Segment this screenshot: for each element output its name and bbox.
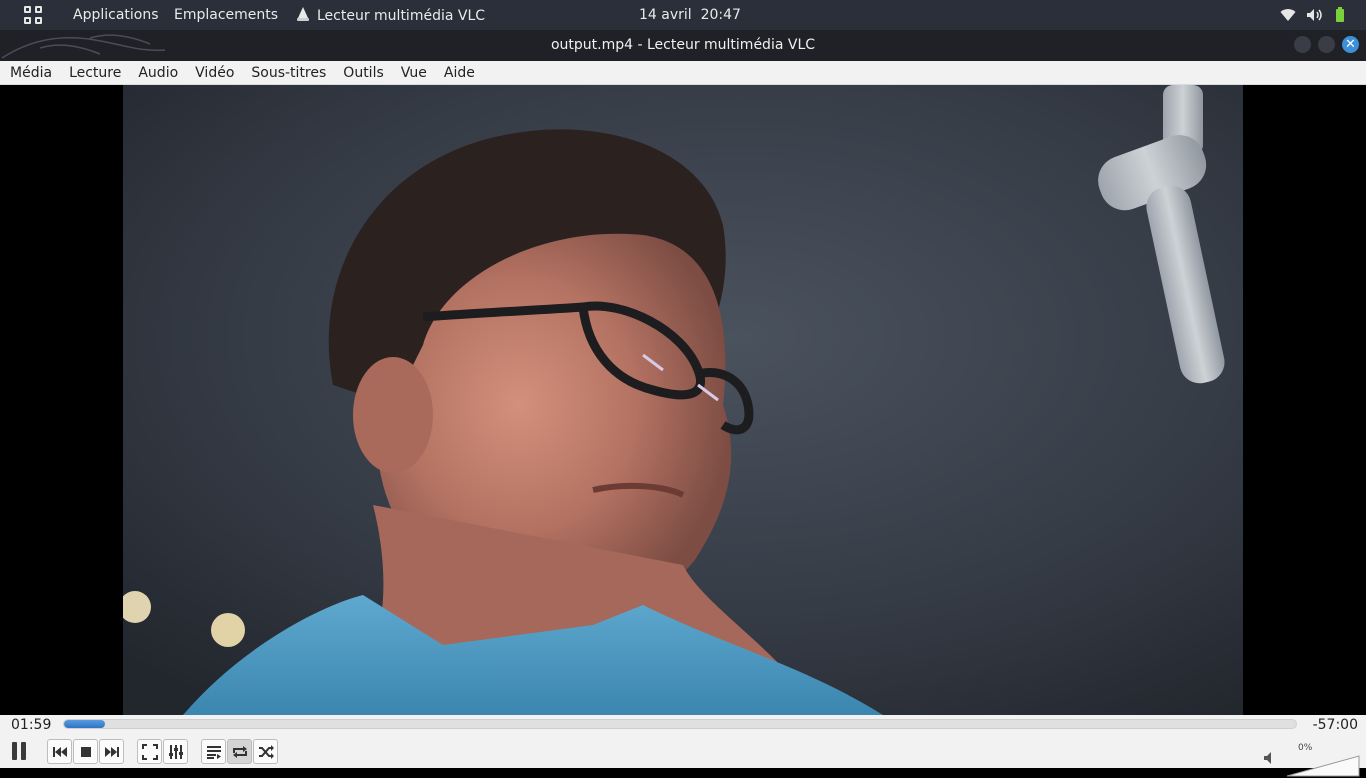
places-menu[interactable]: Emplacements: [174, 7, 278, 23]
top-panel: Applications Emplacements Lecteur multim…: [0, 0, 1366, 30]
system-tray[interactable]: [1280, 7, 1345, 22]
volume-icon: [1307, 8, 1322, 21]
shuffle-button[interactable]: [253, 739, 278, 764]
menu-bar: Média Lecture Audio Vidéo Sous-titres Ou…: [0, 61, 1366, 85]
window-titlebar[interactable]: output.mp4 - Lecteur multimédia VLC ✕: [0, 30, 1366, 61]
minimize-button[interactable]: [1294, 36, 1311, 53]
battery-icon: [1336, 7, 1344, 22]
seek-bar[interactable]: [63, 719, 1297, 729]
menu-subtitles[interactable]: Sous-titres: [251, 61, 333, 84]
stop-icon: [80, 746, 91, 757]
remaining-time[interactable]: -57:00: [1313, 717, 1358, 733]
volume-slider[interactable]: [1286, 754, 1360, 778]
close-icon: ✕: [1345, 37, 1356, 52]
volume-label: 0%: [1298, 743, 1313, 753]
player-controls: 01:59 -57:00 0%: [0, 715, 1366, 777]
elapsed-time[interactable]: 01:59: [11, 717, 51, 733]
previous-button[interactable]: [47, 739, 72, 764]
clock[interactable]: 14 avril 20:47: [639, 7, 741, 23]
seek-bar-fill: [64, 720, 105, 728]
loop-button[interactable]: [227, 739, 252, 764]
menu-help[interactable]: Aide: [444, 61, 482, 84]
active-app-menu[interactable]: Lecteur multimédia VLC: [297, 7, 485, 24]
apps-grid-icon[interactable]: [24, 6, 42, 24]
video-frame[interactable]: [123, 85, 1243, 715]
pause-button[interactable]: [5, 737, 33, 765]
menu-tools[interactable]: Outils: [343, 61, 390, 84]
window-title: output.mp4 - Lecteur multimédia VLC: [550, 37, 816, 53]
close-button[interactable]: ✕: [1342, 36, 1359, 53]
clock-time: 20:47: [700, 7, 741, 23]
extended-settings-button[interactable]: [163, 739, 188, 764]
shuffle-icon: [258, 744, 274, 759]
menu-audio[interactable]: Audio: [138, 61, 185, 84]
menu-video[interactable]: Vidéo: [195, 61, 241, 84]
menu-media[interactable]: Média: [10, 61, 59, 84]
extended-settings-icon: [168, 744, 183, 759]
menu-playback[interactable]: Lecture: [69, 61, 128, 84]
loop-icon: [232, 745, 247, 758]
pause-icon: [12, 742, 26, 760]
maximize-button[interactable]: [1318, 36, 1335, 53]
video-still-image: [123, 85, 1243, 715]
wifi-icon: [1280, 8, 1296, 21]
video-area[interactable]: [0, 85, 1366, 715]
playlist-button[interactable]: [201, 739, 226, 764]
playlist-icon: [206, 745, 221, 759]
vlc-cone-icon: [297, 7, 309, 21]
stop-button[interactable]: [73, 739, 98, 764]
mute-toggle-icon[interactable]: [1263, 751, 1277, 765]
clock-date: 14 avril: [639, 7, 692, 23]
next-icon: [104, 746, 119, 757]
next-button[interactable]: [99, 739, 124, 764]
applications-menu[interactable]: Applications: [73, 7, 159, 23]
active-app-label: Lecteur multimédia VLC: [317, 8, 486, 24]
fullscreen-icon: [141, 743, 158, 760]
fullscreen-button[interactable]: [137, 739, 162, 764]
previous-icon: [52, 746, 67, 757]
menu-view[interactable]: Vue: [401, 61, 434, 84]
